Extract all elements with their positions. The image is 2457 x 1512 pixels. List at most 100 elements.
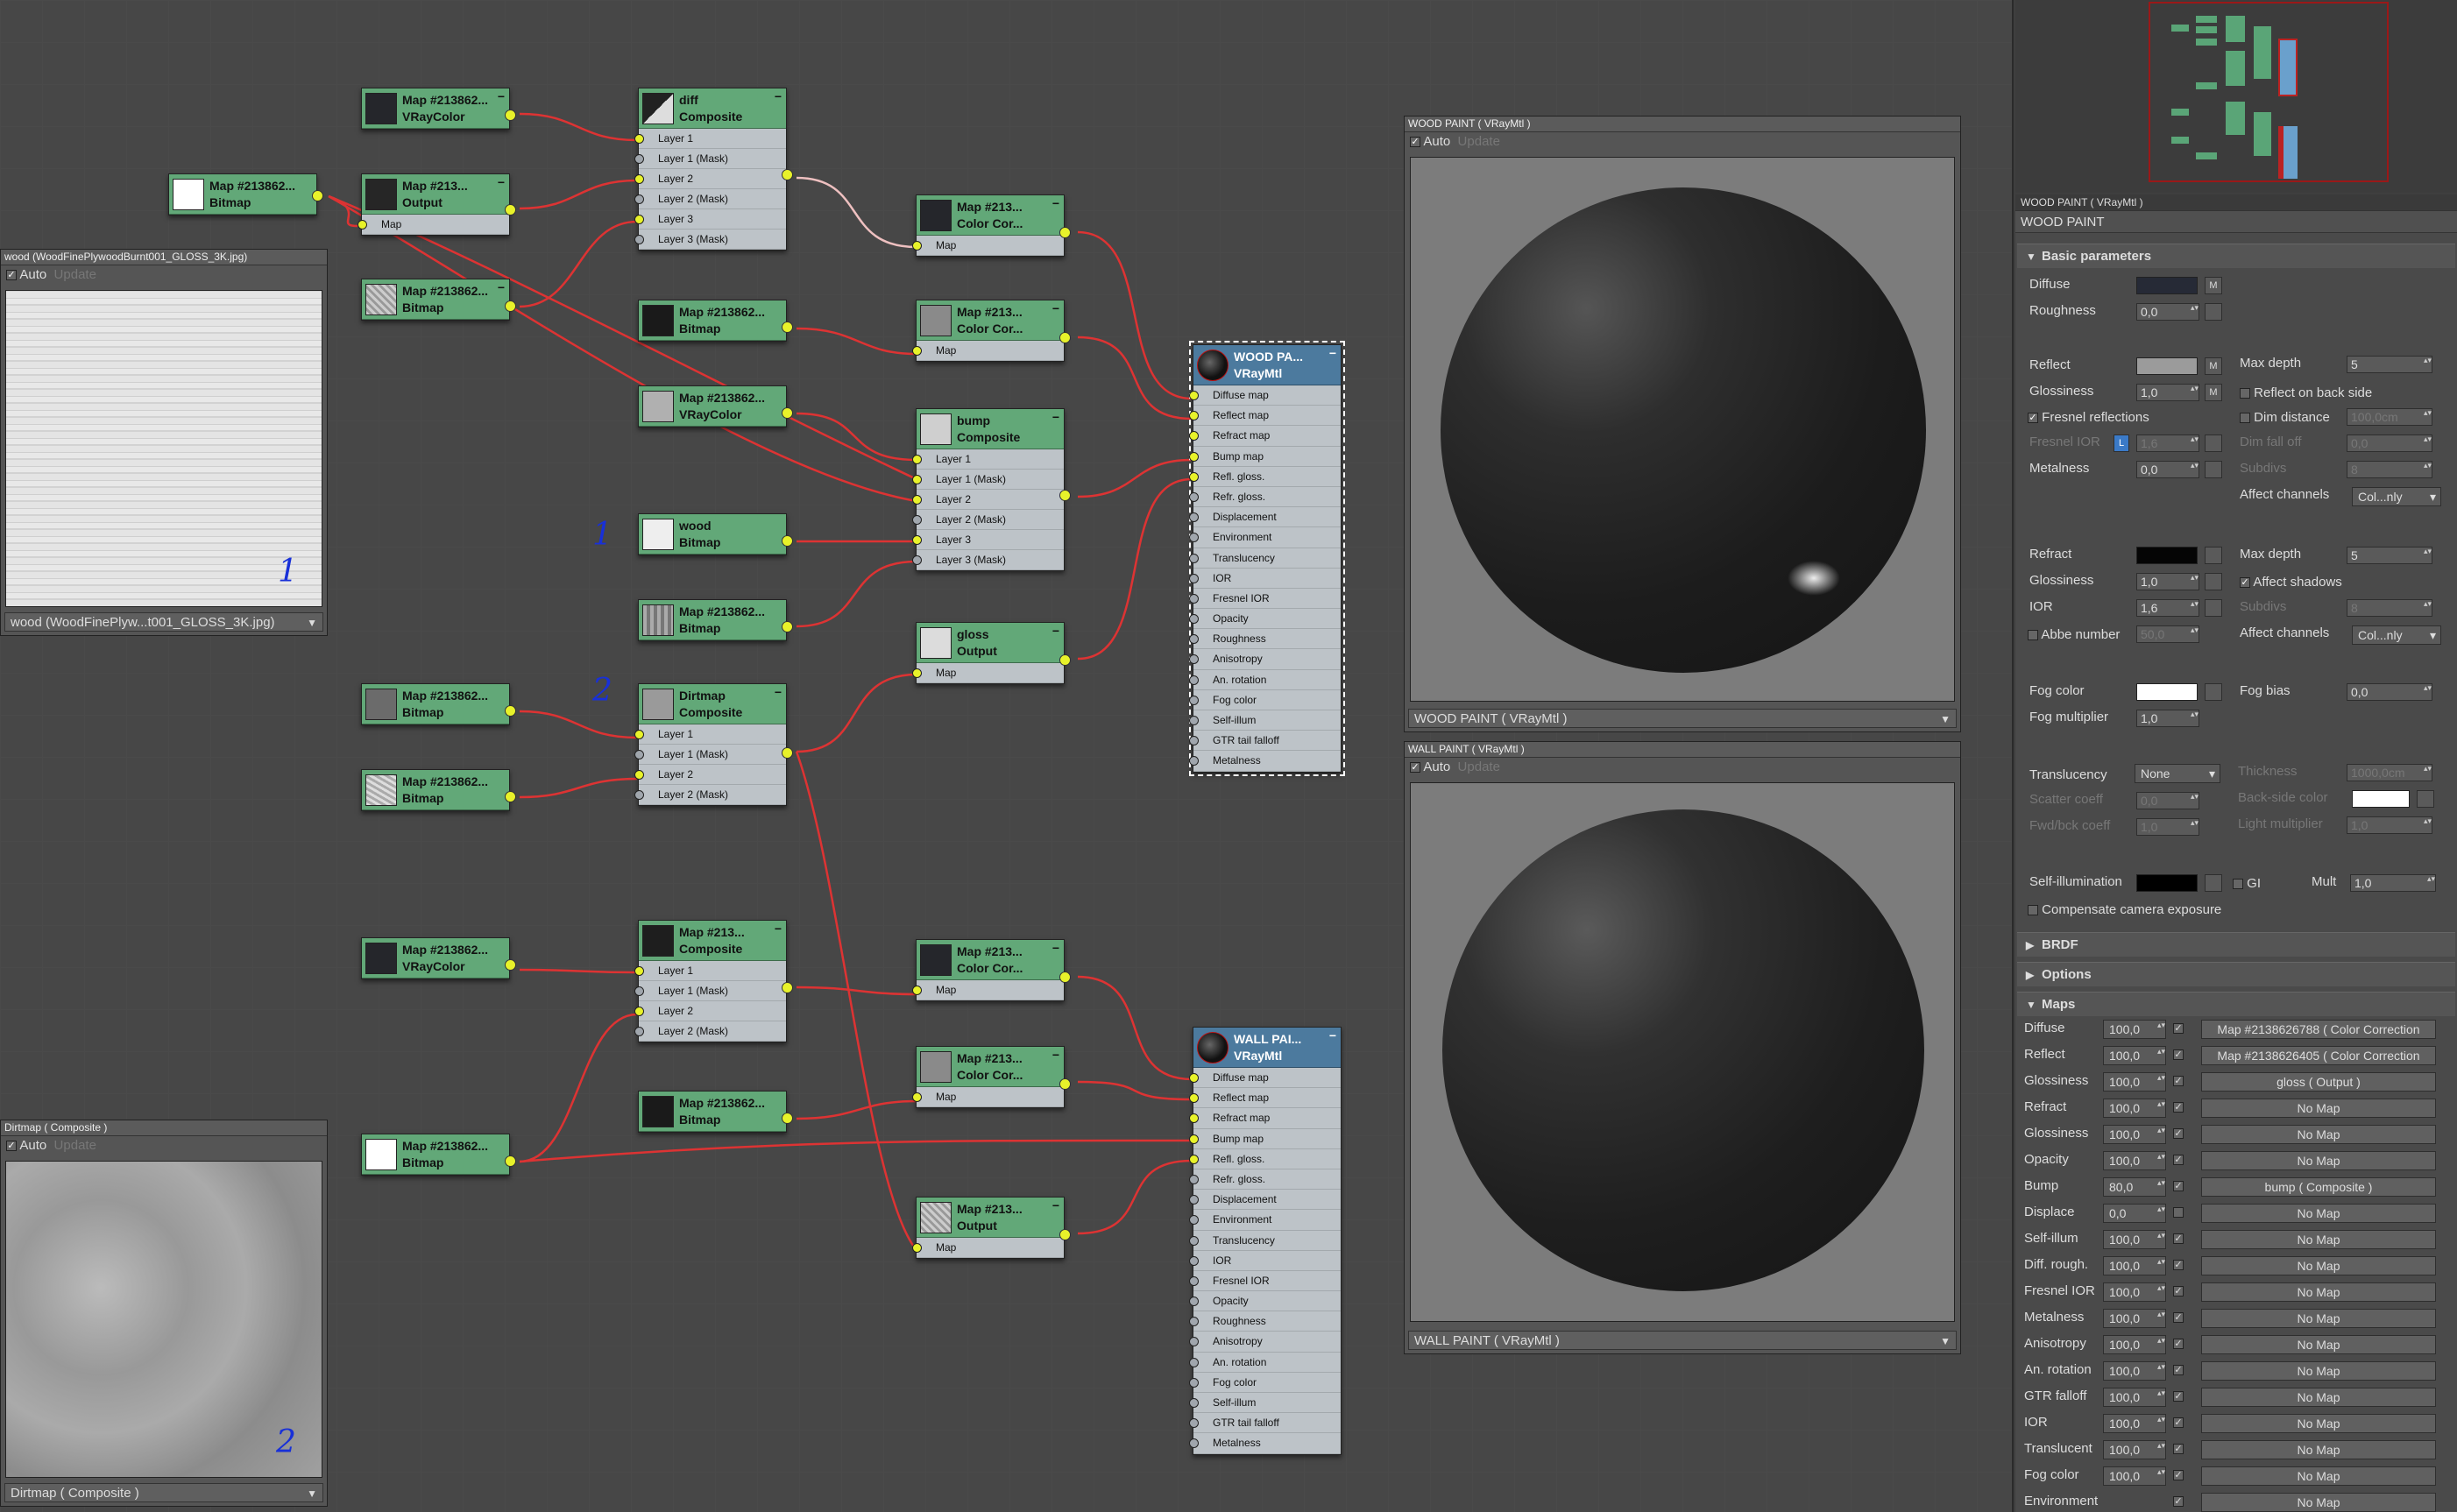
map-amount-spinner[interactable]: 100,0 xyxy=(2103,1099,2166,1118)
input-socket[interactable] xyxy=(1189,533,1199,543)
material-input-slot[interactable]: Metalness xyxy=(1189,751,1341,772)
preview-selector[interactable]: WOOD PAINT ( VRayMtl ) ▼ xyxy=(1408,709,1957,728)
input-slot[interactable]: Layer 1 xyxy=(912,449,1064,470)
input-socket[interactable] xyxy=(912,495,922,505)
material-input-slot[interactable]: Opacity xyxy=(1189,609,1341,630)
input-socket[interactable] xyxy=(1189,512,1199,523)
map-slot-button[interactable]: Map #2138626788 ( Color Correction xyxy=(2201,1020,2436,1039)
input-socket[interactable] xyxy=(1189,1195,1199,1205)
input-slot[interactable]: Layer 2 xyxy=(634,765,786,785)
input-slot[interactable]: Layer 1 xyxy=(634,129,786,149)
input-slot[interactable]: Layer 3 (Mask) xyxy=(912,550,1064,570)
input-socket[interactable] xyxy=(1189,716,1199,725)
texture-viewer-dirtmap[interactable]: Dirtmap ( Composite ) ✓ Auto Update 2 Di… xyxy=(0,1120,328,1507)
node-view[interactable]: Map #213862... VRayColor − Map #213... Outp… xyxy=(0,0,2012,1512)
input-socket[interactable] xyxy=(1189,1317,1199,1327)
input-socket[interactable] xyxy=(912,1092,922,1102)
map-amount-spinner[interactable]: 100,0 xyxy=(2103,1230,2166,1249)
input-slot[interactable]: Map xyxy=(912,663,1064,683)
input-slot[interactable]: Map xyxy=(912,980,1064,1000)
map-enable-checkbox[interactable]: ✓ xyxy=(2173,1233,2184,1244)
material-input-slot[interactable]: Roughness xyxy=(1189,1311,1341,1332)
input-socket[interactable] xyxy=(1189,736,1199,746)
map-slot-button[interactable]: No Map xyxy=(2201,1335,2436,1354)
input-socket[interactable] xyxy=(634,154,644,164)
input-slot[interactable]: Map xyxy=(912,1087,1064,1107)
material-input-slot[interactable]: Bump map xyxy=(1189,447,1341,467)
input-socket[interactable] xyxy=(912,668,922,678)
output-socket[interactable] xyxy=(782,535,793,547)
material-input-slot[interactable]: Reflect map xyxy=(1189,406,1341,427)
material-input-slot[interactable]: Fresnel IOR xyxy=(1189,1271,1341,1292)
fog-multiplier-spinner[interactable]: 1,0 xyxy=(2136,710,2199,727)
input-socket[interactable] xyxy=(634,235,644,244)
composite-node[interactable]: bump Composite − Layer 1 Layer 1 (Mask) La… xyxy=(912,408,1071,571)
output-socket[interactable] xyxy=(782,407,793,419)
minimize-icon[interactable]: − xyxy=(498,89,505,103)
input-socket[interactable] xyxy=(1189,634,1199,645)
minimize-icon[interactable]: − xyxy=(1052,301,1059,315)
material-input-slot[interactable]: Environment xyxy=(1189,1210,1341,1231)
minimize-icon[interactable]: − xyxy=(1329,346,1336,360)
self-illumination-color-swatch[interactable] xyxy=(2136,874,2198,892)
update-button[interactable]: Update xyxy=(1458,134,1500,149)
map-amount-spinner[interactable]: 100,0 xyxy=(2103,1309,2166,1328)
fog-bias-spinner[interactable]: 0,0 xyxy=(2347,683,2432,701)
diffuse-map-button[interactable]: M xyxy=(2205,277,2222,294)
input-socket[interactable] xyxy=(1189,1154,1199,1164)
preview-selector[interactable]: WALL PAINT ( VRayMtl ) ▼ xyxy=(1408,1331,1957,1350)
output-socket[interactable] xyxy=(505,959,516,971)
dim-distance-spinner[interactable]: 100,0cm xyxy=(2347,408,2432,426)
backside-map-button[interactable] xyxy=(2417,790,2434,808)
affect-channels-dropdown[interactable]: Col...nly xyxy=(2352,487,2441,506)
input-socket[interactable] xyxy=(1189,1255,1199,1266)
input-socket[interactable] xyxy=(1189,756,1199,767)
input-socket[interactable] xyxy=(634,770,644,780)
max-depth-spinner[interactable]: 5 xyxy=(2347,356,2432,373)
map-node[interactable]: Map #213862... VRayColor − xyxy=(361,88,516,130)
color-correction-node[interactable]: Map #213... Color Cor... − Map xyxy=(912,1046,1071,1108)
material-input-slot[interactable]: Self-illum xyxy=(1189,1393,1341,1414)
refract-affect-channels-dropdown[interactable]: Col...nly xyxy=(2352,625,2441,645)
material-input-slot[interactable]: Displacement xyxy=(1189,507,1341,528)
roughness-spinner[interactable]: 0,0 xyxy=(2136,303,2199,321)
ior-spinner[interactable]: 1,6 xyxy=(2136,599,2199,617)
material-input-slot[interactable]: Refl. gloss. xyxy=(1189,467,1341,487)
input-socket[interactable] xyxy=(1189,1357,1199,1367)
material-input-slot[interactable]: IOR xyxy=(1189,1251,1341,1271)
map-node[interactable]: Map #213862... Bitmap − xyxy=(361,279,516,321)
refract-color-swatch[interactable] xyxy=(2136,547,2198,564)
input-socket[interactable] xyxy=(1189,471,1199,482)
input-slot[interactable]: Map xyxy=(912,236,1064,256)
input-socket[interactable] xyxy=(358,220,367,230)
light-multiplier-spinner[interactable]: 1,0 xyxy=(2347,816,2432,834)
map-amount-spinner[interactable]: 100,0 xyxy=(2103,1335,2166,1354)
map-slot-button[interactable]: gloss ( Output ) xyxy=(2201,1072,2436,1092)
material-input-slot[interactable]: An. rotation xyxy=(1189,670,1341,690)
output-socket[interactable] xyxy=(505,1155,516,1167)
map-slot-button[interactable]: No Map xyxy=(2201,1440,2436,1459)
map-enable-checkbox[interactable]: ✓ xyxy=(2173,1049,2184,1060)
material-input-slot[interactable]: Bump map xyxy=(1189,1129,1341,1149)
input-socket[interactable] xyxy=(634,215,644,224)
material-preview-wood-paint[interactable]: WOOD PAINT ( VRayMtl ) ✓ Auto Update WOO… xyxy=(1404,116,1961,732)
auto-checkbox[interactable]: ✓ xyxy=(6,270,17,281)
material-name-field[interactable]: WOOD PAINT xyxy=(2015,210,2457,233)
output-socket[interactable] xyxy=(312,190,323,201)
fog-color-map-button[interactable] xyxy=(2205,683,2222,701)
input-socket[interactable] xyxy=(912,346,922,356)
minimize-icon[interactable]: − xyxy=(775,922,782,936)
material-input-slot[interactable]: GTR tail falloff xyxy=(1189,731,1341,752)
input-slot[interactable]: Layer 2 (Mask) xyxy=(912,510,1064,530)
map-enable-checkbox[interactable]: ✓ xyxy=(2173,1076,2184,1086)
input-slot[interactable]: Layer 1 (Mask) xyxy=(634,981,786,1001)
map-amount-spinner[interactable]: 100,0 xyxy=(2103,1361,2166,1381)
map-enable-checkbox[interactable]: ✓ xyxy=(2173,1181,2184,1191)
input-socket[interactable] xyxy=(634,730,644,739)
map-enable-checkbox[interactable]: ✓ xyxy=(2173,1391,2184,1402)
map-slot-button[interactable]: No Map xyxy=(2201,1361,2436,1381)
output-socket[interactable] xyxy=(505,110,516,121)
input-socket[interactable] xyxy=(1189,675,1199,685)
map-amount-spinner[interactable]: 100,0 xyxy=(2103,1020,2166,1039)
map-slot-button[interactable]: No Map xyxy=(2201,1256,2436,1275)
